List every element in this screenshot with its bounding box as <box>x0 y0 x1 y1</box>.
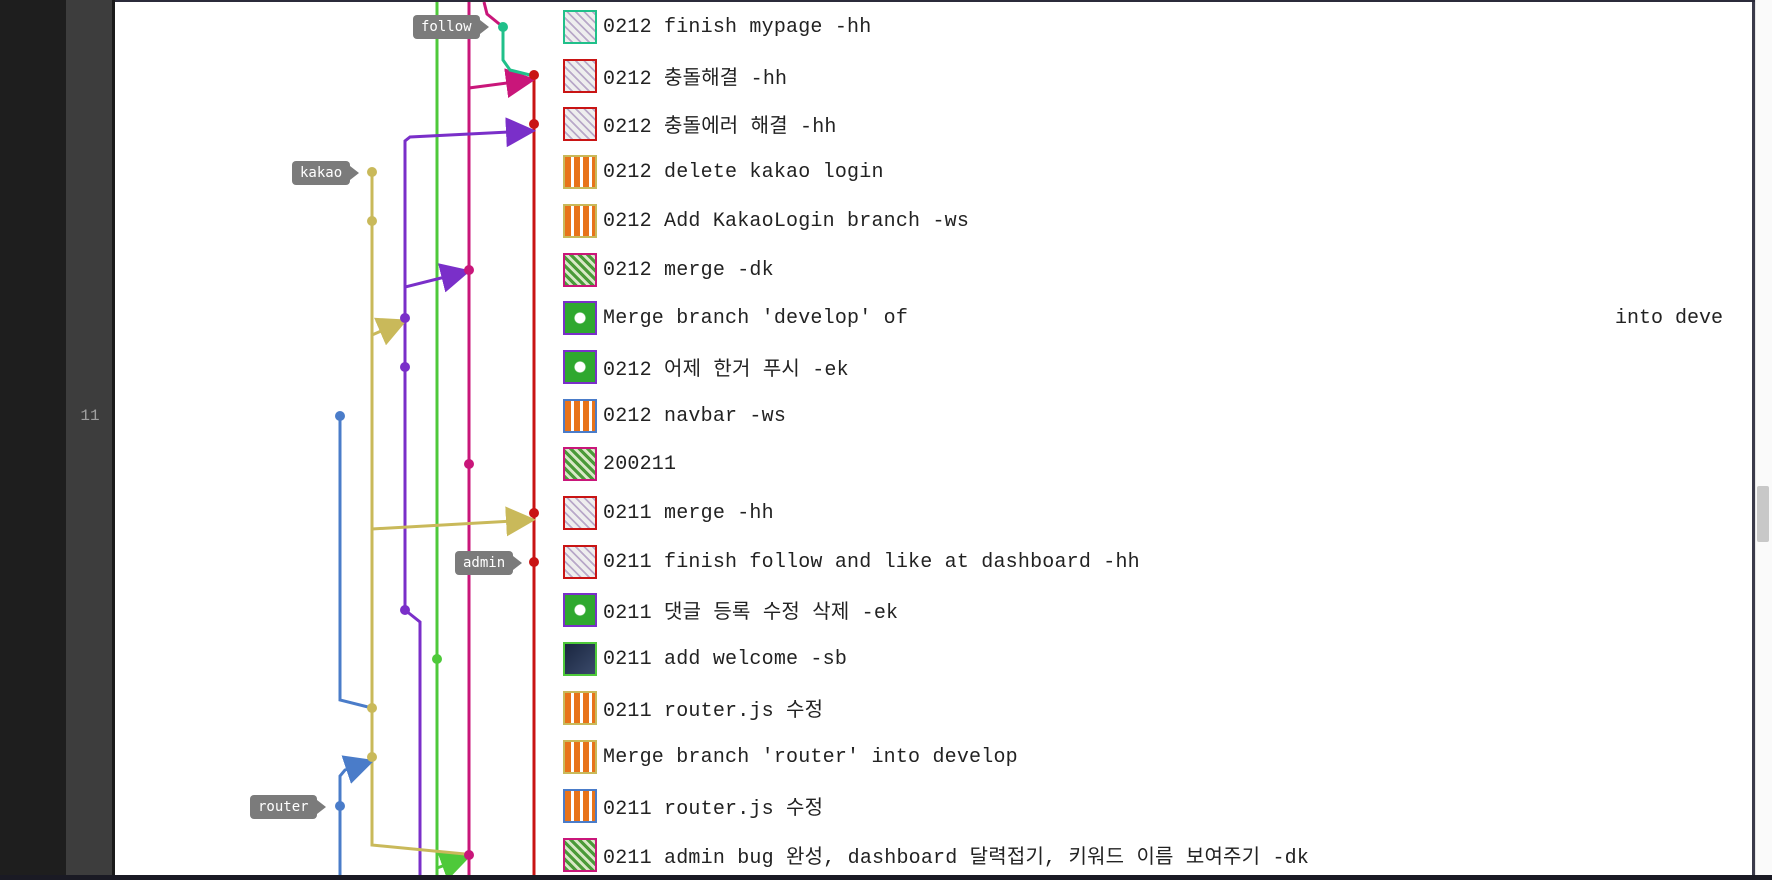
branch-tag-router[interactable]: router <box>250 795 326 819</box>
commit-message-tail: into deve <box>1615 307 1724 330</box>
git-history-window: 11 follow kakao admin router 0212 finish… <box>0 0 1772 880</box>
commit-dot <box>367 703 377 713</box>
commit-message: Merge branch 'router' into develop <box>603 745 1018 769</box>
commit-row[interactable]: 0212 delete kakao login <box>563 152 884 192</box>
commit-row[interactable]: 200211 <box>563 444 676 484</box>
author-avatar <box>563 593 597 627</box>
author-avatar <box>563 691 597 725</box>
merge-edge-purple <box>403 263 471 318</box>
commit-dot <box>400 362 410 372</box>
commit-dot <box>432 654 442 664</box>
commit-row[interactable]: 0212 충돌에러 해결 -hh <box>563 104 837 144</box>
commit-dot <box>367 216 377 226</box>
author-avatar <box>563 253 597 287</box>
author-avatar <box>563 107 597 141</box>
commit-row[interactable]: 0211 merge -hh <box>563 493 774 533</box>
commit-row[interactable]: Merge branch 'develop' of <box>563 298 908 338</box>
author-avatar <box>563 155 597 189</box>
author-avatar <box>563 789 597 823</box>
commit-dot <box>529 70 539 80</box>
branch-line-purple-lower <box>404 608 422 875</box>
vertical-scrollbar[interactable] <box>1755 0 1772 875</box>
merge-edge-magenta <box>467 68 536 98</box>
commit-message: 0211 merge -hh <box>603 501 774 525</box>
commit-dot <box>400 313 410 323</box>
commit-row[interactable]: 0212 finish mypage -hh <box>563 7 871 47</box>
commit-dot <box>529 508 539 518</box>
commit-row[interactable]: 0211 댓글 등록 수정 삭제 -ek <box>563 590 898 630</box>
commit-message: 0211 admin bug 완성, dashboard 달력접기, 키워드 이… <box>603 847 1310 870</box>
commit-dot <box>498 22 508 32</box>
branch-line-teal <box>501 27 531 77</box>
commit-message: 200211 <box>603 452 677 476</box>
commit-dot <box>367 752 377 762</box>
commit-message: 0212 delete kakao login <box>603 160 884 184</box>
commit-row[interactable]: 0212 충돌해결 -hh <box>563 56 787 96</box>
commit-dot <box>335 801 345 811</box>
branch-line-blue <box>338 416 373 710</box>
commit-message: 0211 댓글 등록 수정 삭제 -ek <box>603 602 899 625</box>
commit-dot <box>400 605 410 615</box>
commit-message: 0212 finish mypage -hh <box>603 15 872 39</box>
branch-tag-kakao[interactable]: kakao <box>292 161 360 185</box>
commit-dot <box>529 119 539 129</box>
commit-message: Merge branch 'develop' of <box>603 306 909 330</box>
commit-dot <box>464 459 474 469</box>
commit-row[interactable]: 0211 router.js 수정 <box>563 786 823 826</box>
commit-row[interactable]: 0212 Add KakaoLogin branch -ws <box>563 201 969 241</box>
author-avatar <box>563 399 597 433</box>
author-avatar <box>563 496 597 530</box>
author-avatar <box>563 204 597 238</box>
author-avatar <box>563 10 597 44</box>
author-avatar <box>563 447 597 481</box>
commit-row[interactable]: 0212 navbar -ws <box>563 396 786 436</box>
commit-message: 0212 충돌에러 해결 -hh <box>603 116 837 139</box>
commit-message: 0211 router.js 수정 <box>603 700 824 723</box>
branch-line-blue-lower <box>338 755 375 875</box>
bottom-edge <box>0 875 1772 880</box>
commit-message: 0211 add welcome -sb <box>603 647 848 671</box>
commit-message: 0212 merge -dk <box>603 258 774 282</box>
commit-message: 0212 어제 한거 푸시 -ek <box>603 359 849 382</box>
scrollbar-thumb[interactable] <box>1757 486 1769 542</box>
commit-dot <box>529 557 539 567</box>
commit-message: 0211 finish follow and like at dashboard… <box>603 550 1140 574</box>
commit-row[interactable]: 0211 finish follow and like at dashboard… <box>563 542 1140 582</box>
author-avatar <box>563 350 597 384</box>
commit-dot <box>464 265 474 275</box>
branch-tag-admin[interactable]: admin <box>455 551 523 575</box>
author-avatar <box>563 59 597 93</box>
author-avatar <box>563 301 597 335</box>
commit-row[interactable]: Merge branch 'router' into develop <box>563 737 1018 777</box>
merge-edge-green <box>435 851 471 880</box>
commit-row[interactable]: 0212 어제 한거 푸시 -ek <box>563 347 849 387</box>
author-avatar <box>563 838 597 872</box>
author-avatar <box>563 740 597 774</box>
commit-dot <box>367 167 377 177</box>
merge-edge-yellow-2 <box>371 506 536 537</box>
author-avatar <box>563 642 597 676</box>
commit-message: 0212 navbar -ws <box>603 404 787 428</box>
commit-row[interactable]: 0211 router.js 수정 <box>563 688 823 728</box>
commit-dot <box>335 411 345 421</box>
branch-tag-follow[interactable]: follow <box>413 15 489 39</box>
commit-dot <box>464 850 474 860</box>
commit-row[interactable]: 0212 merge -dk <box>563 250 774 290</box>
merge-edge-yellow-1 <box>371 317 408 346</box>
commit-message: 0212 충돌해결 -hh <box>603 68 788 91</box>
commit-message: 0212 Add KakaoLogin branch -ws <box>603 209 970 233</box>
commit-message: 0211 router.js 수정 <box>603 798 824 821</box>
author-avatar <box>563 545 597 579</box>
commit-row[interactable]: 0211 admin bug 완성, dashboard 달력접기, 키워드 이… <box>563 835 1309 875</box>
commit-row[interactable]: 0211 add welcome -sb <box>563 639 847 679</box>
